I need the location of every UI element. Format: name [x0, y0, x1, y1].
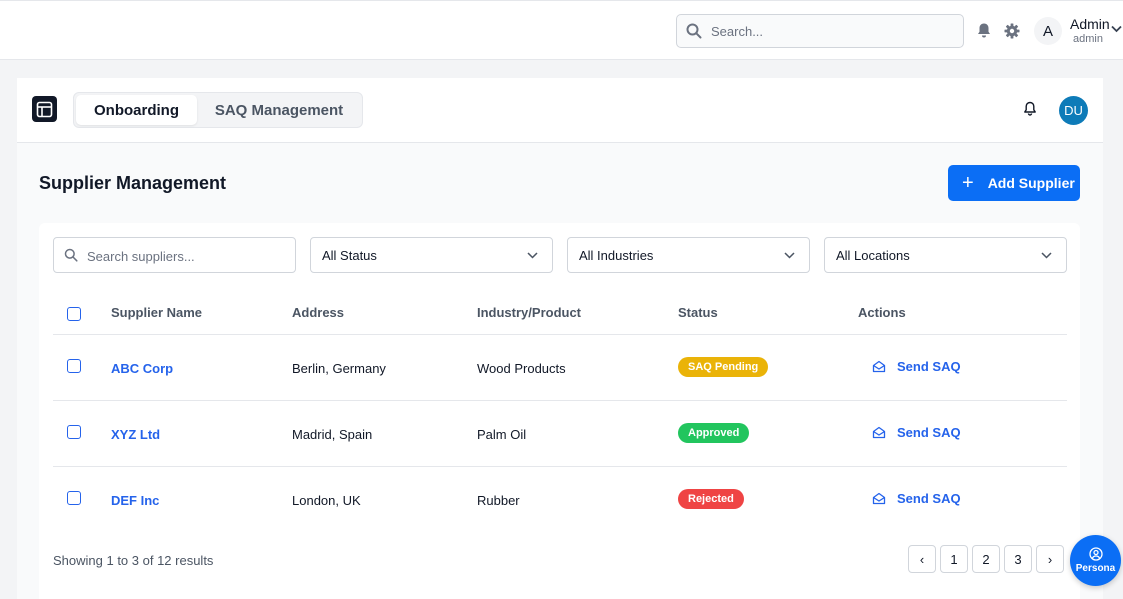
search-icon [64, 248, 78, 262]
row-checkbox[interactable] [67, 491, 81, 505]
table-row: ABC Corp Berlin, Germany Wood Products S… [53, 335, 1067, 401]
user-name[interactable]: Admin [1070, 16, 1110, 32]
chevron-down-icon [784, 252, 795, 259]
send-saq-button[interactable]: Send SAQ [872, 491, 961, 506]
top-bar: A Admin admin [0, 0, 1123, 60]
supplier-name-link[interactable]: ABC Corp [111, 361, 173, 376]
supplier-table: Supplier Name Address Industry/Product S… [53, 287, 1067, 533]
send-saq-label: Send SAQ [897, 425, 961, 440]
tab-onboarding[interactable]: Onboarding [76, 95, 197, 125]
global-search-input[interactable] [711, 21, 951, 41]
location-filter-value: All Locations [836, 248, 910, 263]
user-avatar[interactable]: A [1034, 17, 1062, 45]
app-header: Onboarding SAQ Management DU [17, 78, 1103, 143]
supplier-name-link[interactable]: XYZ Ltd [111, 427, 160, 442]
column-header: Actions [858, 305, 906, 320]
send-mail-icon [872, 426, 886, 439]
column-header[interactable]: Industry/Product [477, 305, 581, 320]
chevron-down-icon[interactable] [1111, 25, 1122, 33]
supplier-industry: Rubber [477, 493, 520, 508]
user-avatar[interactable]: DU [1059, 96, 1088, 125]
app-panel: Onboarding SAQ Management DU Supplier Ma… [17, 78, 1103, 599]
supplier-search[interactable] [53, 237, 296, 273]
column-header[interactable]: Address [292, 305, 344, 320]
pagination-page-button[interactable]: 1 [940, 545, 968, 573]
send-mail-icon [872, 492, 886, 505]
supplier-name-link[interactable]: DEF Inc [111, 493, 159, 508]
settings-gear-icon[interactable] [1004, 23, 1020, 39]
supplier-industry: Palm Oil [477, 427, 527, 442]
pagination-summary: Showing 1 to 3 of 12 results [53, 553, 214, 568]
page-title: Supplier Management [39, 173, 227, 193]
tab-bar: Onboarding SAQ Management [73, 92, 363, 128]
send-saq-label: Send SAQ [897, 359, 961, 374]
user-circle-icon [1088, 547, 1103, 561]
add-supplier-label: Add Supplier [987, 175, 1075, 191]
notification-bell-icon[interactable] [1023, 101, 1037, 116]
column-header[interactable]: Supplier Name [111, 305, 202, 320]
column-header[interactable]: Status [678, 305, 718, 320]
supplier-card: All Status All Industries All Locations … [39, 223, 1080, 599]
supplier-search-input[interactable] [87, 246, 287, 266]
app-logo-icon[interactable] [32, 96, 57, 122]
persona-button[interactable]: Persona [1070, 535, 1121, 586]
status-filter-dropdown[interactable]: All Status [310, 237, 553, 273]
table-row: XYZ Ltd Madrid, Spain Palm Oil Approved … [53, 401, 1067, 467]
send-mail-icon [872, 360, 886, 373]
pagination-page-button[interactable]: 2 [972, 545, 1000, 573]
tab-saq-management[interactable]: SAQ Management [199, 95, 359, 125]
industry-filter-value: All Industries [579, 248, 654, 263]
persona-label: Persona [1075, 563, 1116, 574]
send-saq-button[interactable]: Send SAQ [872, 425, 961, 440]
status-badge: Rejected [678, 489, 744, 509]
add-supplier-button[interactable]: + Add Supplier [948, 165, 1080, 201]
status-badge: Approved [678, 423, 750, 443]
user-role: admin [1073, 33, 1103, 45]
status-filter-value: All Status [322, 248, 377, 263]
send-saq-button[interactable]: Send SAQ [872, 359, 961, 374]
select-all-checkbox[interactable] [67, 307, 81, 321]
supplier-address: London, UK [292, 493, 361, 508]
status-badge: SAQ Pending [678, 357, 769, 377]
notification-bell-icon[interactable] [976, 22, 992, 39]
pagination-next-button[interactable]: › [1036, 545, 1064, 573]
industry-filter-dropdown[interactable]: All Industries [567, 237, 810, 273]
global-search[interactable] [676, 14, 964, 48]
location-filter-dropdown[interactable]: All Locations [824, 237, 1067, 273]
row-checkbox[interactable] [67, 425, 81, 439]
search-icon [686, 23, 702, 39]
supplier-industry: Wood Products [477, 361, 566, 376]
plus-icon: + [962, 172, 974, 194]
table-row: DEF Inc London, UK Rubber Rejected Send … [53, 467, 1067, 533]
send-saq-label: Send SAQ [897, 491, 961, 506]
supplier-address: Madrid, Spain [292, 427, 373, 442]
pagination-page-button[interactable]: 3 [1004, 545, 1032, 573]
chevron-down-icon [527, 252, 538, 259]
supplier-address: Berlin, Germany [292, 361, 386, 376]
chevron-down-icon [1041, 252, 1052, 259]
table-header: Supplier Name Address Industry/Product S… [53, 287, 1067, 335]
row-checkbox[interactable] [67, 359, 81, 373]
pagination-prev-button[interactable]: ‹ [908, 545, 936, 573]
